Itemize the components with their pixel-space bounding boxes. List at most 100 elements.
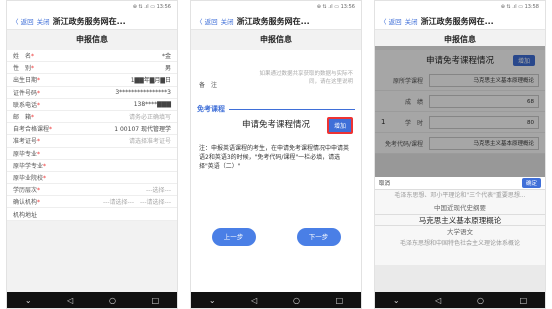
required-mark: *	[49, 126, 53, 134]
field-label: 证件号码*	[13, 89, 41, 97]
field-label: 原毕学专业*	[13, 162, 47, 170]
modal-overlay[interactable]: 取消 确定 毛泽东思想、邓小平理论和"三个代表"重要思想... 中国近现代史纲要马…	[375, 46, 545, 265]
step-buttons: 上一步 下一步	[191, 228, 361, 246]
picker-option[interactable]: 毛泽东思想和中国特色社会主义理论体系概论	[375, 238, 545, 250]
field-value[interactable]: 请务必正确填写	[129, 112, 171, 121]
page-title: 申报信息	[191, 30, 361, 50]
form-row[interactable]: 原毕学专业*	[7, 160, 177, 172]
nav-bar: 〈 返回 关闭 浙江政务服务网在...	[191, 13, 361, 30]
close-button[interactable]: 关闭	[37, 16, 50, 26]
picker-option[interactable]: 大学语文	[375, 226, 545, 238]
form-row[interactable]: 学历层次* ---选择---	[7, 184, 177, 197]
back-key[interactable]: ◁	[67, 296, 73, 305]
form-row[interactable]: 性 别* 男	[7, 62, 177, 75]
field-value[interactable]: ---选择---	[146, 185, 171, 194]
back-button[interactable]: 〈 返回	[196, 16, 218, 26]
page-title: 申报信息	[7, 30, 177, 50]
field-label: 出生日期*	[13, 77, 41, 85]
back-button[interactable]: 〈 返回	[380, 16, 402, 26]
field-label: 自考合格课程*	[13, 126, 53, 134]
field-value[interactable]: 138****▇▇▇	[134, 101, 171, 108]
field-value[interactable]: 请选择准考证号	[129, 136, 171, 145]
recent-key[interactable]: □	[520, 296, 528, 305]
close-button[interactable]: 关闭	[405, 16, 418, 26]
picker-cancel-button[interactable]: 取消	[379, 179, 390, 187]
field-label: 邮 箱*	[13, 114, 35, 122]
form-row[interactable]: 确认机构* ---请选择--- ---请选择---	[7, 196, 177, 209]
nav-title: 浙江政务服务网在...	[420, 16, 494, 26]
required-mark: *	[37, 150, 41, 158]
status-bar: ⊕ ⇅ .ıl ▭ 13:56	[7, 1, 177, 13]
home-key[interactable]: ○	[109, 296, 116, 305]
form-row[interactable]: 证件号码* 3****************3	[7, 87, 177, 99]
home-key[interactable]: ○	[293, 296, 300, 305]
nav-title: 浙江政务服务网在...	[236, 16, 310, 26]
field-label: 联系电话*	[13, 101, 41, 109]
divider	[229, 108, 355, 110]
required-mark: *	[37, 138, 41, 146]
phone-screen-3: ⊕ ⇅ .ıl ▭ 13:58 〈 返回 关闭 浙江政务服务网在... 申报信息…	[374, 0, 546, 309]
form-row[interactable]: 原毕业院校*	[7, 172, 177, 185]
field-label: 确认机构*	[13, 199, 41, 207]
picker-toolbar: 取消 确定	[375, 177, 545, 190]
system-nav-bar: ⌄ ◁ ○ □	[375, 292, 545, 308]
form-body: 备 注 如果通过数据共享获取的数据与实际不同，请在这里说明 免考课程 申请免考课…	[191, 50, 361, 308]
home-key[interactable]: ○	[477, 296, 484, 305]
required-mark: *	[43, 162, 47, 170]
prev-step-button[interactable]: 上一步	[211, 228, 256, 246]
form-row[interactable]: 准考证号* 请选择准考证号	[7, 135, 177, 148]
picker-option[interactable]: 马克思主义基本原理概论	[375, 214, 545, 226]
field-value[interactable]: 男	[165, 63, 171, 72]
field-value[interactable]: 1 00107 现代管理学	[114, 124, 171, 133]
nav-bar: 〈 返回 关闭 浙江政务服务网在...	[375, 13, 545, 30]
field-value[interactable]: 3****************3	[115, 89, 171, 96]
picker-option[interactable]: 毛泽东思想、邓小平理论和"三个代表"重要思想...	[375, 190, 545, 202]
menu-key[interactable]: ⌄	[25, 296, 32, 305]
form-row[interactable]: 出生日期* 1▇▇年▇月▇日	[7, 74, 177, 87]
nav-bar: 〈 返回 关闭 浙江政务服务网在...	[7, 13, 177, 30]
close-button[interactable]: 关闭	[221, 16, 234, 26]
menu-key[interactable]: ⌄	[393, 296, 400, 305]
remark-row: 备 注 如果通过数据共享获取的数据与实际不同，请在这里说明	[191, 50, 361, 104]
required-mark: *	[37, 77, 41, 85]
form-row[interactable]: 姓 名* *金	[7, 50, 177, 63]
menu-key[interactable]: ⌄	[209, 296, 216, 305]
form-list: 姓 名* *金性 别* 男出生日期* 1▇▇年▇月▇日证件号码* 3**********…	[7, 50, 177, 221]
back-key[interactable]: ◁	[435, 296, 441, 305]
phone-screen-1: ⊕ ⇅ .ıl ▭ 13:56 〈 返回 关闭 浙江政务服务网在... 申报信息…	[6, 0, 178, 309]
field-value[interactable]: *金	[162, 51, 171, 60]
field-value[interactable]: 1▇▇年▇月▇日	[131, 75, 171, 84]
required-mark: *	[43, 174, 47, 182]
next-step-button[interactable]: 下一步	[296, 228, 341, 246]
system-nav-bar: ⌄ ◁ ○ □	[191, 292, 361, 308]
add-button[interactable]: 增加	[326, 117, 353, 134]
form-row[interactable]: 自考合格课程* 1 00107 现代管理学	[7, 123, 177, 136]
field-label: 姓 名*	[13, 53, 35, 61]
field-label: 学历层次*	[13, 187, 41, 195]
remark-input[interactable]: 如果通过数据共享获取的数据与实际不同，请在这里说明	[249, 70, 353, 104]
form-row[interactable]: 原毕专业*	[7, 148, 177, 160]
picker-option[interactable]: 中国近现代史纲要	[375, 202, 545, 214]
form-row[interactable]: 机构地址	[7, 208, 177, 221]
apply-header: 申请免考课程情况 增加	[191, 114, 361, 134]
course-picker: 取消 确定 毛泽东思想、邓小平理论和"三个代表"重要思想... 中国近现代史纲要马…	[375, 177, 545, 265]
remark-label: 备 注	[199, 82, 218, 89]
field-label: 性 别*	[13, 65, 35, 73]
required-mark: *	[37, 101, 41, 109]
recent-key[interactable]: □	[152, 296, 160, 305]
picker-options: 毛泽东思想、邓小平理论和"三个代表"重要思想... 中国近现代史纲要 马克思主义基本…	[375, 190, 545, 250]
exempt-title: 免考课程	[197, 105, 225, 113]
field-label: 原毕业院校*	[13, 174, 47, 182]
form-row[interactable]: 联系电话* 138****▇▇▇	[7, 99, 177, 111]
apply-title: 申请免考课程情况	[241, 120, 310, 130]
field-value[interactable]: ---请选择--- ---请选择---	[103, 197, 171, 206]
nav-title: 浙江政务服务网在...	[52, 16, 126, 26]
required-mark: *	[31, 114, 35, 122]
form-row[interactable]: 邮 箱* 请务必正确填写	[7, 111, 177, 124]
back-key[interactable]: ◁	[251, 296, 257, 305]
back-button[interactable]: 〈 返回	[12, 16, 34, 26]
required-mark: *	[37, 187, 41, 195]
picker-confirm-button[interactable]: 确定	[521, 178, 541, 188]
exempt-section-header: 免考课程	[191, 104, 361, 114]
recent-key[interactable]: □	[336, 296, 344, 305]
